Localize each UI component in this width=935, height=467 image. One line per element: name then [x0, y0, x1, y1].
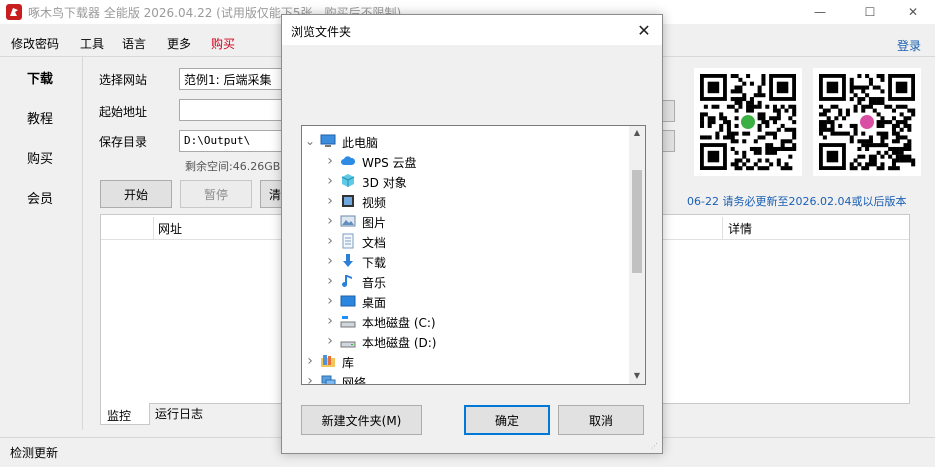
chevron-right-icon[interactable]: ›	[325, 251, 335, 271]
tree-item-label: 桌面	[362, 296, 387, 310]
tree-item-label: WPS 云盘	[362, 156, 417, 170]
tree-item[interactable]: › 网络	[302, 371, 630, 385]
tree-item[interactable]: › 图片	[302, 211, 630, 231]
column-divider	[153, 217, 154, 239]
tree-item-label: 库	[342, 356, 355, 370]
tree-scrollbar[interactable]: ▲ ▼	[629, 126, 645, 384]
picture-icon	[340, 213, 356, 229]
wechat-qr-code	[694, 68, 802, 176]
nav-buy[interactable]: 购买	[0, 148, 80, 167]
chevron-down-icon[interactable]: ⌄	[305, 131, 315, 151]
maximize-button[interactable]: ☐	[847, 0, 893, 24]
resize-grip-icon[interactable]: ⋰	[651, 442, 659, 450]
library-icon	[320, 353, 336, 369]
network-icon	[320, 373, 336, 384]
cancel-button[interactable]: 取消	[558, 405, 644, 435]
column-header-url[interactable]: 网址	[158, 220, 182, 237]
column-divider	[722, 217, 723, 239]
chevron-right-icon[interactable]: ›	[305, 371, 315, 384]
drive-c-icon	[340, 313, 356, 329]
site-label: 选择网站	[99, 73, 148, 87]
save-dir-label: 保存目录	[99, 135, 148, 149]
start-url-input[interactable]	[179, 99, 289, 121]
tree-item[interactable]: › 音乐	[302, 271, 630, 291]
ok-button[interactable]: 确定	[464, 405, 550, 435]
column-header-detail[interactable]: 详情	[728, 220, 752, 237]
chevron-right-icon[interactable]: ›	[305, 351, 315, 371]
chevron-right-icon[interactable]: ›	[325, 231, 335, 251]
chevron-right-icon[interactable]: ›	[325, 191, 335, 211]
tree-item-label: 3D 对象	[362, 176, 407, 190]
payment-qr-code	[813, 68, 921, 176]
tree-item-label: 本地磁盘 (C:)	[362, 316, 436, 330]
tree-item[interactable]: › 文档	[302, 231, 630, 251]
tab-monitor[interactable]: 监控	[107, 407, 131, 424]
music-icon	[340, 273, 356, 289]
tree-item[interactable]: › WPS 云盘	[302, 151, 630, 171]
document-icon	[340, 233, 356, 249]
tab-run-log[interactable]: 运行日志	[155, 405, 203, 422]
tree-item[interactable]: › 视频	[302, 191, 630, 211]
tree-item[interactable]: › 下载	[302, 251, 630, 271]
app-logo-icon	[6, 4, 22, 20]
dialog-title: 浏览文件夹	[291, 25, 352, 39]
folder-tree[interactable]: ⌄ 此电脑 › WPS 云盘 › 3D 对象 › 视频 › 图片 › 文档 › 下载 › 音乐 › 桌面 › 本地磁盘…	[301, 125, 646, 385]
tree-item[interactable]: › 3D 对象	[302, 171, 630, 191]
minimize-button[interactable]: —	[797, 0, 843, 24]
login-link[interactable]: 登录	[897, 37, 921, 54]
chevron-right-icon[interactable]: ›	[325, 211, 335, 231]
tree-item-label: 本地磁盘 (D:)	[362, 336, 437, 350]
tree-item-label: 网络	[342, 376, 367, 385]
tree-item-label: 视频	[362, 196, 387, 210]
menu-tools[interactable]: 工具	[80, 35, 104, 52]
tree-item[interactable]: › 库	[302, 351, 630, 371]
tree-item-label: 此电脑	[342, 136, 379, 150]
nav-download[interactable]: 下载	[0, 68, 80, 87]
menu-more[interactable]: 更多	[167, 35, 191, 52]
desktop-icon	[340, 293, 356, 309]
pause-button[interactable]: 暂停	[180, 180, 252, 208]
start-url-label: 起始地址	[99, 105, 148, 119]
tree-item[interactable]: ⌄ 此电脑	[302, 131, 630, 151]
tree-item-label: 文档	[362, 236, 387, 250]
new-folder-button[interactable]: 新建文件夹(M)	[301, 405, 422, 435]
chevron-right-icon[interactable]: ›	[325, 151, 335, 171]
scrollbar-thumb[interactable]	[632, 170, 642, 273]
chevron-right-icon[interactable]: ›	[325, 171, 335, 191]
check-update-link[interactable]: 检测更新	[10, 444, 58, 461]
video-icon	[340, 193, 356, 209]
close-button[interactable]: ✕	[890, 0, 935, 24]
tree-item[interactable]: › 本地磁盘 (D:)	[302, 331, 630, 351]
nav-divider	[82, 57, 83, 430]
tree-item[interactable]: › 本地磁盘 (C:)	[302, 311, 630, 331]
menu-buy[interactable]: 购买	[211, 35, 235, 52]
download-arrow-icon	[340, 253, 356, 269]
chevron-right-icon[interactable]: ›	[325, 311, 335, 331]
tree-item-label: 图片	[362, 216, 387, 230]
computer-icon	[320, 133, 336, 149]
menu-language[interactable]: 语言	[122, 35, 146, 52]
dialog-close-icon[interactable]: ✕	[632, 19, 656, 41]
nav-tutorial[interactable]: 教程	[0, 108, 80, 127]
tree-item-label: 下载	[362, 256, 387, 270]
cloud-icon	[340, 153, 356, 169]
scroll-down-icon[interactable]: ▼	[629, 371, 645, 380]
scroll-up-icon[interactable]: ▲	[629, 128, 645, 137]
drive-icon	[340, 333, 356, 349]
chevron-right-icon[interactable]: ›	[325, 331, 335, 351]
chevron-right-icon[interactable]: ›	[325, 271, 335, 291]
cube-icon	[340, 173, 356, 189]
menu-change-password[interactable]: 修改密码	[11, 35, 59, 52]
tree-item[interactable]: › 桌面	[302, 291, 630, 311]
tree-item-label: 音乐	[362, 276, 387, 290]
nav-member[interactable]: 会员	[0, 188, 80, 207]
update-notice: 06-22 请务必更新至2026.02.04或以后版本	[687, 195, 907, 208]
save-dir-input[interactable]: D:\Output\	[179, 130, 289, 152]
free-space-text: 剩余空间:46.26GB	[185, 160, 281, 173]
chevron-right-icon[interactable]: ›	[325, 291, 335, 311]
start-button[interactable]: 开始	[100, 180, 172, 208]
site-select[interactable]: 范例1: 后端采集	[179, 68, 289, 90]
browse-folder-dialog: 浏览文件夹 ✕ ⌄ 此电脑 › WPS 云盘 › 3D 对象 › 视频 › 图片 › 文档 › 下载 › 音乐…	[281, 14, 663, 454]
